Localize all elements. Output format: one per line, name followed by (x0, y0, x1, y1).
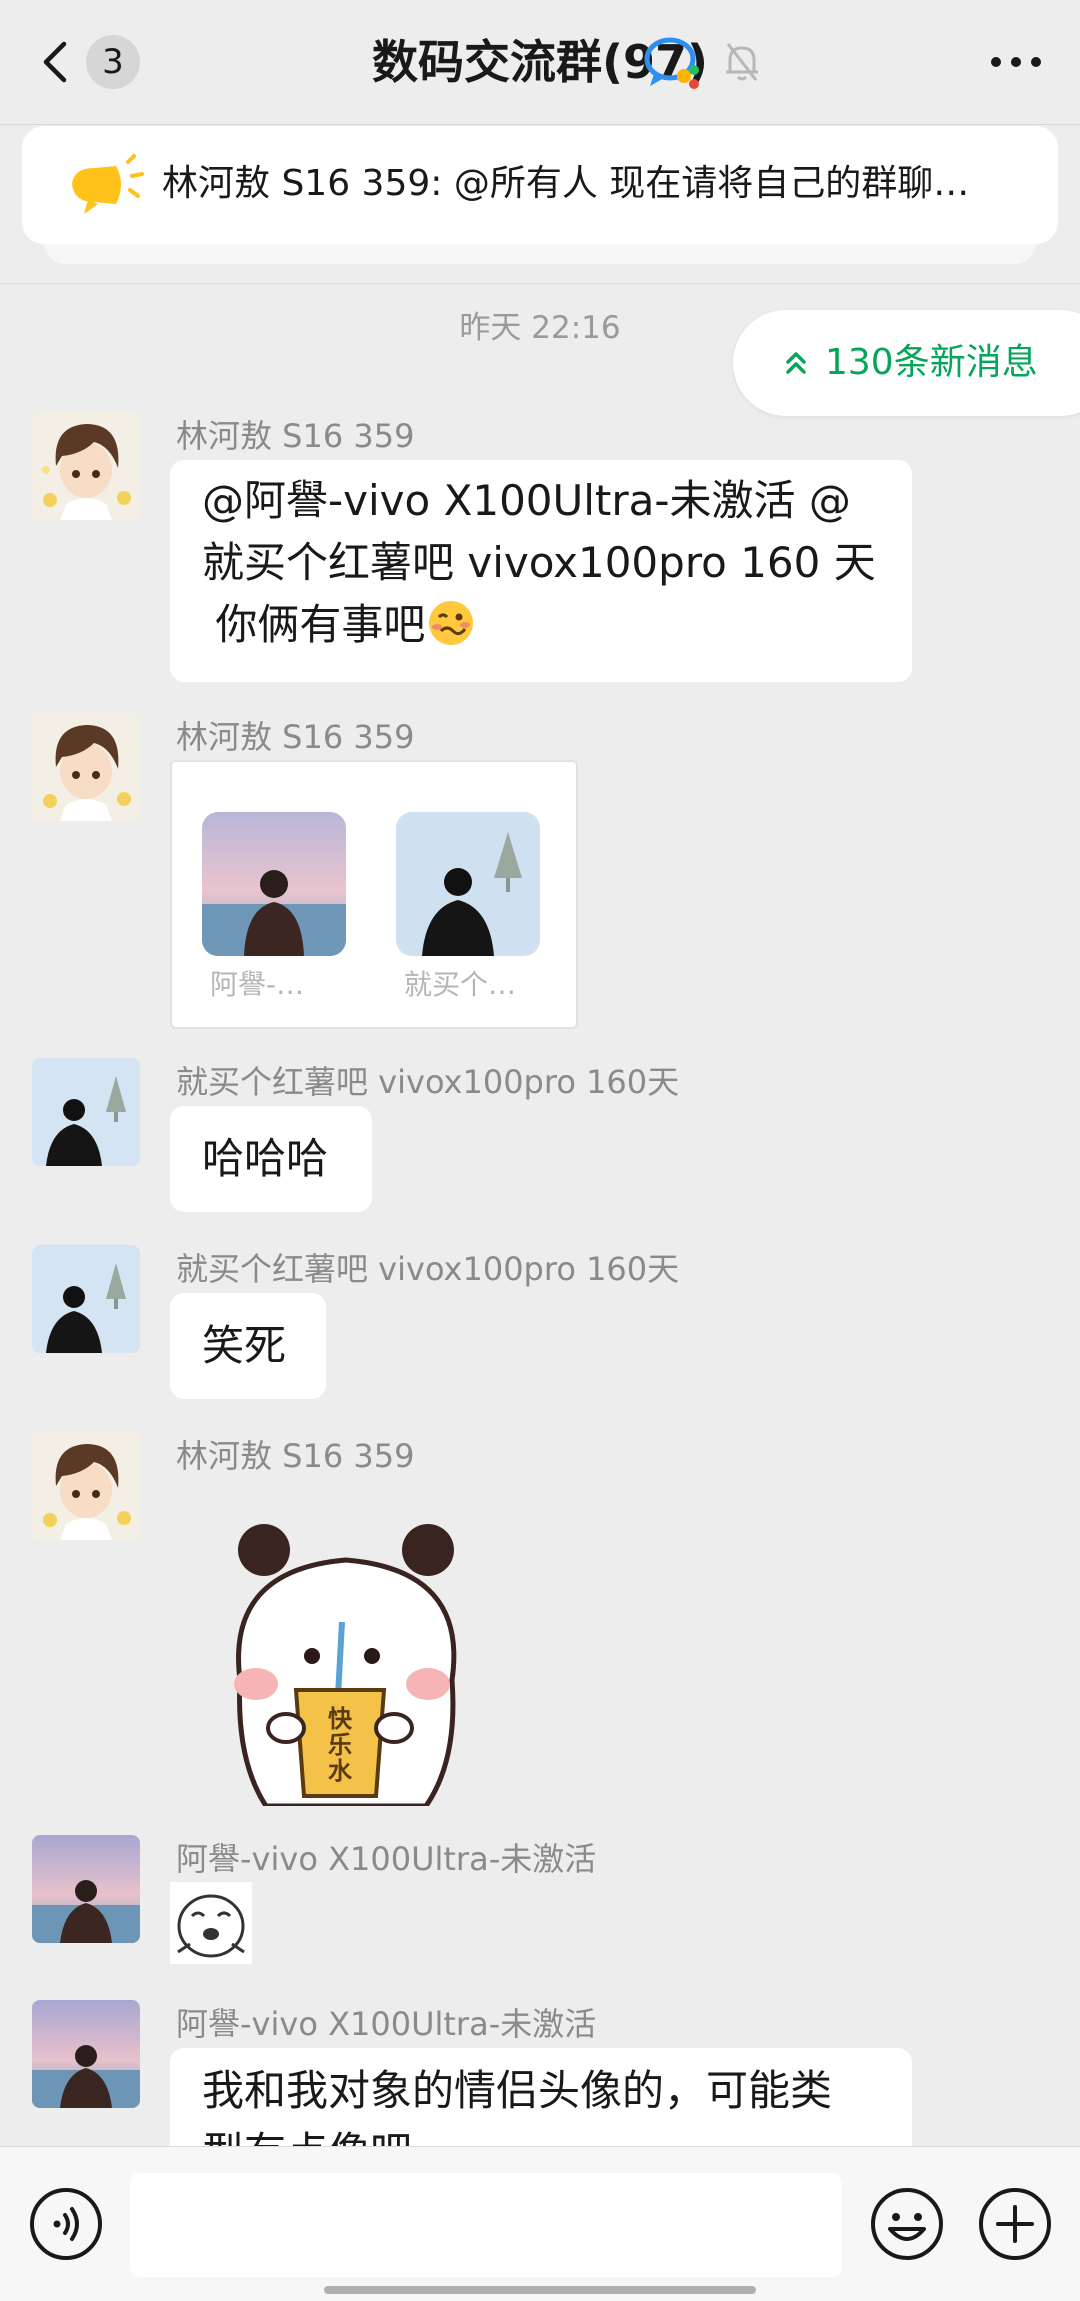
sender-name: 林河敖 S16 359 (176, 417, 415, 455)
input-toolbar (0, 2146, 1080, 2301)
avatar[interactable] (32, 1432, 140, 1540)
chat-header: 3 数码交流群(97) (0, 0, 1080, 125)
home-indicator[interactable] (324, 2286, 756, 2294)
small-sticker[interactable] (170, 1882, 252, 1964)
silhouette-avatar (32, 1245, 140, 1353)
message-line: 我和我对象的情侣头像的，可能类 (202, 2066, 833, 2115)
sticker-char: 乐 (328, 1731, 352, 1759)
double-up-chevron-icon (786, 352, 806, 374)
forwarded-card[interactable]: 阿譽-… 就买个… (170, 760, 578, 1029)
message-bubble[interactable]: 哈哈哈 (170, 1106, 372, 1212)
avatar[interactable] (32, 2000, 140, 2108)
sender-name: 就买个红薯吧 vivox100pro 160天 (176, 1063, 680, 1101)
new-messages-label: 130条新消息 (825, 342, 1038, 383)
group-chat-icon[interactable] (642, 34, 704, 94)
sticker-char: 快 (328, 1705, 352, 1733)
announcement-text: 林河敖 S16 359: @所有人 现在请将自己的群聊… (162, 163, 970, 204)
message-line: 就买个红薯吧 vivox100pro 160 天 (202, 538, 876, 587)
new-messages-button[interactable]: 130条新消息 (733, 310, 1080, 416)
anime-boy-avatar (32, 713, 140, 821)
sender-name: 阿譽-vivo X100Ultra-未激活 (176, 1840, 597, 1878)
woozy-face-emoji-icon (429, 601, 474, 645)
avatar[interactable] (32, 412, 140, 520)
plus-button[interactable] (976, 2185, 1054, 2263)
message-input[interactable] (130, 2173, 842, 2277)
sticker-char: 水 (328, 1757, 352, 1785)
emoji-icon (871, 2188, 943, 2260)
thumbnail-caption: 阿譽-… (210, 968, 305, 1001)
voice-icon (30, 2188, 102, 2260)
beach-avatar (32, 1835, 140, 1943)
back-button[interactable] (36, 32, 76, 92)
smug-face-sticker (170, 1882, 252, 1964)
panda-sticker[interactable]: 快 乐 水 (206, 1510, 486, 1806)
title-icons (642, 34, 772, 94)
message-line: @阿譽-vivo X100Ultra-未激活 @ (202, 476, 851, 525)
message-line-text: 你俩有事吧 (202, 600, 426, 649)
sender-name: 阿譽-vivo X100Ultra-未激活 (176, 2005, 597, 2043)
thumbnail-caption: 就买个… (404, 968, 517, 1001)
voice-button[interactable] (27, 2185, 105, 2263)
speaker-icon (72, 154, 144, 214)
message-line: 你俩有事吧 (202, 594, 882, 656)
mute-bell-icon (726, 43, 758, 81)
thumbnail-image (202, 812, 346, 956)
avatar[interactable] (32, 1245, 140, 1353)
sender-name: 林河敖 S16 359 (176, 718, 415, 756)
message-bubble[interactable]: @阿譽-vivo X100Ultra-未激活 @ 就买个红薯吧 vivox100… (170, 460, 912, 682)
more-options-button[interactable] (976, 34, 1056, 90)
unread-count-badge[interactable]: 3 (86, 35, 140, 89)
divider (0, 283, 1080, 284)
plus-icon (979, 2188, 1051, 2260)
silhouette-avatar (32, 1058, 140, 1166)
anime-boy-avatar (32, 412, 140, 520)
sender-name: 就买个红薯吧 vivox100pro 160天 (176, 1250, 680, 1288)
sticker-cup-text: 快 乐 水 (318, 1706, 362, 1784)
back-arrow-icon (43, 41, 67, 83)
thumbnail-image (396, 812, 540, 956)
more-dots-icon (991, 57, 1041, 67)
group-announcement[interactable]: 林河敖 S16 359: @所有人 现在请将自己的群聊… (22, 126, 1058, 244)
sender-name: 林河敖 S16 359 (176, 1437, 415, 1475)
chat-title: 数码交流群(97) (371, 35, 709, 89)
emoji-button[interactable] (868, 2185, 946, 2263)
anime-boy-avatar (32, 1432, 140, 1540)
avatar[interactable] (32, 713, 140, 821)
avatar[interactable] (32, 1058, 140, 1166)
beach-avatar (32, 2000, 140, 2108)
avatar[interactable] (32, 1835, 140, 1943)
message-bubble[interactable]: 笑死 (170, 1293, 326, 1399)
